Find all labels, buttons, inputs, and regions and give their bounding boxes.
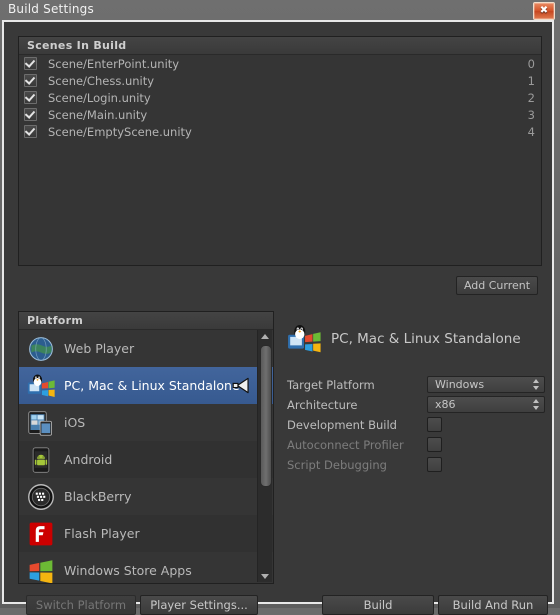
dialog-body: Scenes In Build Scene/EnterPoint.unity0S…: [4, 22, 552, 602]
scenes-panel-header: Scenes In Build: [19, 37, 541, 55]
scene-path: Scene/Chess.unity: [48, 74, 528, 88]
scene-enabled-checkbox[interactable]: [24, 125, 37, 138]
platform-item-windows-store-apps[interactable]: Windows Store Apps: [19, 552, 273, 583]
window-frame: Scenes In Build Scene/EnterPoint.unity0S…: [2, 20, 554, 604]
platform-panel-header: Platform: [19, 312, 273, 330]
scene-index: 3: [528, 108, 535, 122]
scene-row[interactable]: Scene/Chess.unity1: [19, 72, 541, 89]
platform-item-ios[interactable]: iOS: [19, 404, 273, 441]
build-and-run-button[interactable]: Build And Run: [438, 595, 548, 615]
platform-item-android[interactable]: Android: [19, 441, 273, 478]
script-debugging-row: Script Debugging: [287, 455, 549, 474]
desktop-os-icon: [287, 322, 321, 356]
scene-index: 1: [528, 74, 535, 88]
autoconnect-profiler-label: Autoconnect Profiler: [287, 438, 427, 452]
scene-path: Scene/Login.unity: [48, 91, 528, 105]
platform-panel-title: Platform: [27, 314, 83, 327]
desktop-os-icon: [27, 372, 55, 400]
platform-item-web-player[interactable]: Web Player: [19, 330, 273, 367]
build-button[interactable]: Build: [322, 595, 434, 615]
scene-path: Scene/EnterPoint.unity: [48, 57, 528, 71]
scene-enabled-checkbox[interactable]: [24, 74, 37, 87]
platform-item-label: Windows Store Apps: [64, 563, 192, 578]
target-platform-value: Windows: [435, 378, 484, 391]
platform-item-label: BlackBerry: [64, 489, 132, 504]
target-platform-label: Target Platform: [287, 378, 427, 392]
scene-row[interactable]: Scene/Main.unity3: [19, 106, 541, 123]
close-button[interactable]: ✖: [533, 2, 555, 20]
target-platform-dropdown[interactable]: Windows: [427, 376, 545, 393]
android-phone-icon: [27, 446, 55, 474]
platform-panel: Platform Web Player PC, Mac & Linux Stand…: [18, 311, 274, 584]
scene-list[interactable]: Scene/EnterPoint.unity0Scene/Chess.unity…: [19, 55, 541, 265]
platform-item-blackberry[interactable]: BlackBerry: [19, 478, 273, 515]
scene-enabled-checkbox[interactable]: [24, 91, 37, 104]
platform-item-label: Web Player: [64, 341, 134, 356]
autoconnect-profiler-checkbox: [427, 437, 442, 452]
selected-platform-name: PC, Mac & Linux Standalone: [331, 331, 521, 347]
ipad-iphone-icon: [27, 409, 55, 437]
scene-row[interactable]: Scene/EnterPoint.unity0: [19, 55, 541, 72]
autoconnect-profiler-row: Autoconnect Profiler: [287, 435, 549, 454]
unity-logo-icon: [232, 376, 251, 395]
window-title: Build Settings: [8, 2, 94, 16]
architecture-label: Architecture: [287, 398, 427, 412]
development-build-checkbox[interactable]: [427, 417, 442, 432]
flash-icon: [27, 520, 55, 548]
platform-item-label: Flash Player: [64, 526, 140, 541]
script-debugging-checkbox: [427, 457, 442, 472]
target-platform-row: Target Platform Windows: [287, 375, 549, 394]
chevron-updown-icon: [533, 379, 539, 390]
scene-row[interactable]: Scene/EmptyScene.unity4: [19, 123, 541, 140]
selected-platform-title: PC, Mac & Linux Standalone: [287, 322, 549, 356]
blackberry-icon: [27, 483, 55, 511]
switch-platform-button: Switch Platform: [26, 595, 136, 615]
platform-item-pc-mac-linux-standalone[interactable]: PC, Mac & Linux Standalone: [19, 367, 273, 404]
script-debugging-label: Script Debugging: [287, 458, 427, 472]
player-settings-button[interactable]: Player Settings...: [140, 595, 258, 615]
chevron-updown-icon: [533, 399, 539, 410]
scroll-up-arrow-icon[interactable]: [258, 330, 272, 342]
platform-settings-panel: PC, Mac & Linux Standalone Target Platfo…: [287, 322, 549, 482]
scroll-down-arrow-icon[interactable]: [258, 570, 272, 582]
architecture-value: x86: [435, 398, 456, 411]
scene-enabled-checkbox[interactable]: [24, 57, 37, 70]
scene-enabled-checkbox[interactable]: [24, 108, 37, 121]
close-icon: ✖: [540, 6, 548, 16]
development-build-row: Development Build: [287, 415, 549, 434]
platform-item-label: iOS: [64, 415, 85, 430]
globe-icon: [27, 335, 55, 363]
scrollbar-thumb[interactable]: [260, 345, 272, 487]
title-bar: Build Settings ✖: [0, 0, 560, 20]
architecture-row: Architecture x86: [287, 395, 549, 414]
architecture-dropdown[interactable]: x86: [427, 396, 545, 413]
platform-list-scrollbar[interactable]: [257, 330, 272, 582]
platform-list[interactable]: Web Player PC, Mac & Linux Standalone iOS A…: [19, 330, 273, 583]
build-settings-window: Build Settings ✖ Scenes In Build Scene/E…: [0, 0, 560, 608]
scene-row[interactable]: Scene/Login.unity2: [19, 89, 541, 106]
platform-item-label: PC, Mac & Linux Standalone: [64, 378, 240, 393]
platform-item-label: Android: [64, 452, 112, 467]
scene-index: 0: [528, 57, 535, 71]
scene-index: 4: [528, 125, 535, 139]
scene-index: 2: [528, 91, 535, 105]
platform-item-flash-player[interactable]: Flash Player: [19, 515, 273, 552]
add-current-button[interactable]: Add Current: [456, 276, 538, 295]
scenes-in-build-panel: Scenes In Build Scene/EnterPoint.unity0S…: [18, 36, 542, 266]
windows-flag-icon: [27, 557, 55, 584]
scene-path: Scene/Main.unity: [48, 108, 528, 122]
scenes-panel-title: Scenes In Build: [27, 39, 126, 52]
scene-path: Scene/EmptyScene.unity: [48, 125, 528, 139]
development-build-label: Development Build: [287, 418, 427, 432]
